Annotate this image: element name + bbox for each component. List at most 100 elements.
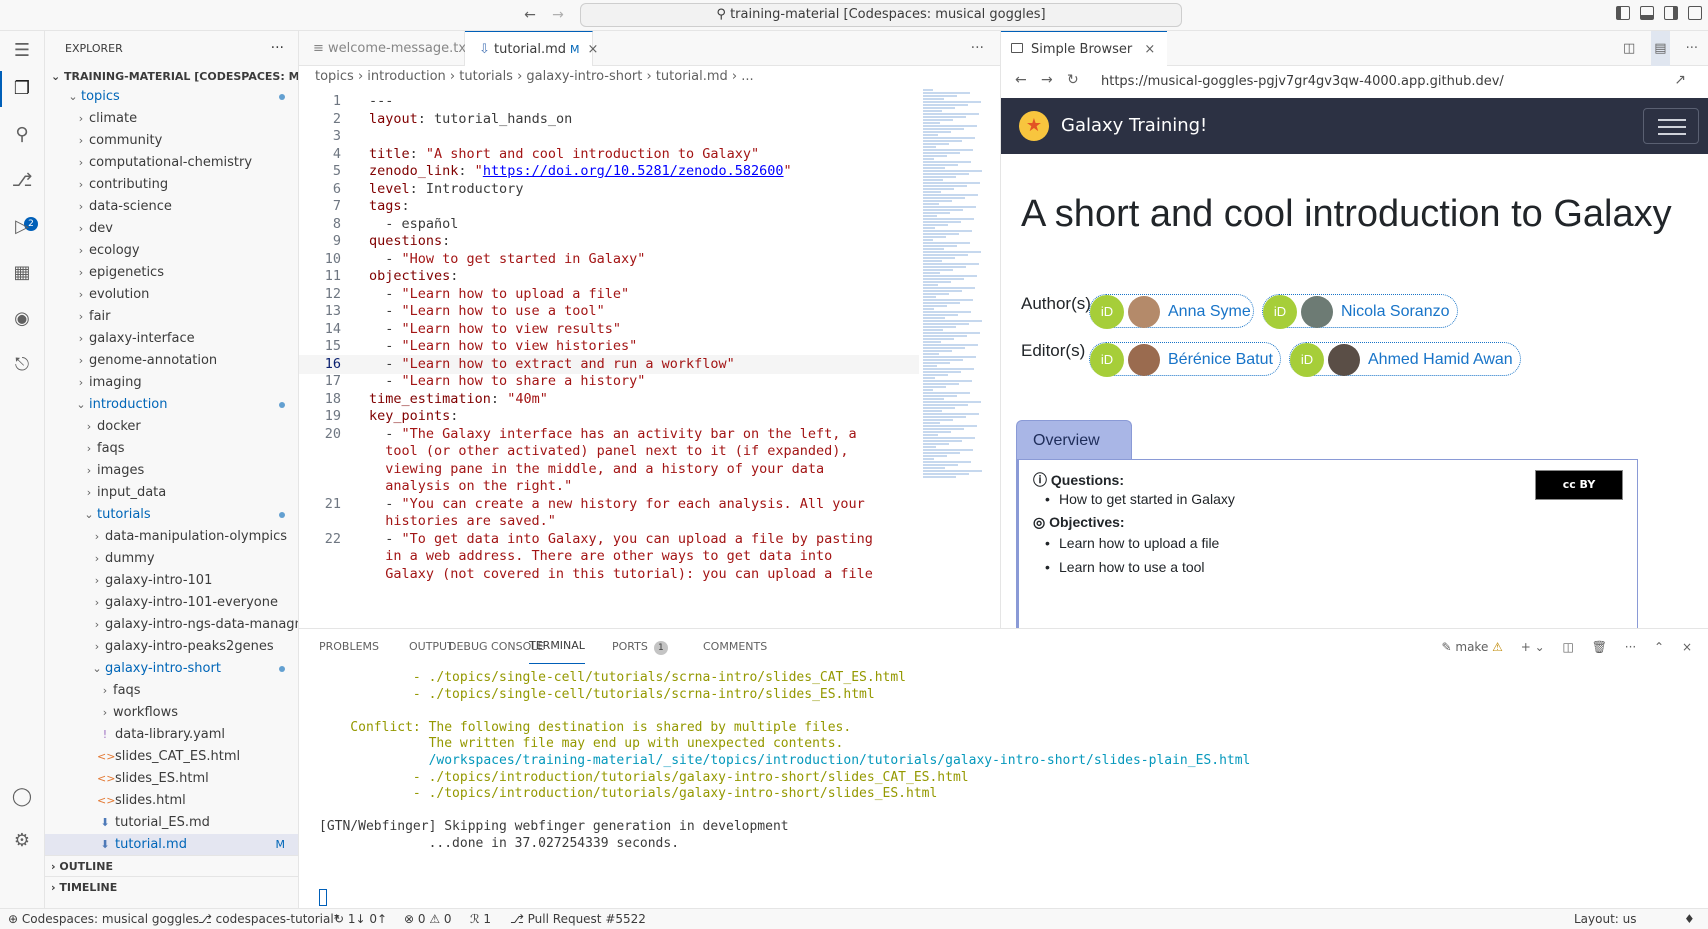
open-external-icon[interactable]: ↗ <box>1674 72 1686 88</box>
author-nicola-soranzo[interactable]: iD Nicola Soranzo <box>1262 294 1458 329</box>
file-item[interactable]: <>slides_ES.html <box>45 768 298 790</box>
file-item[interactable]: <>slides_CAT_ES.html <box>45 746 298 768</box>
code-token[interactable]: https://doi.org/10.5281/zenodo.582600 <box>483 163 784 179</box>
timeline-section[interactable]: › TIMELINE <box>45 876 298 898</box>
panel-tab-problems[interactable]: PROBLEMS <box>319 629 379 665</box>
extensions-icon[interactable]: ▦ <box>10 261 34 285</box>
file-item[interactable]: ⬇ tutorial.md M <box>45 834 298 856</box>
file-item[interactable]: ⬇ tutorial_ES.md <box>45 812 298 834</box>
galaxy-logo-icon[interactable]: ★ <box>1019 111 1049 141</box>
tab-welcome-message[interactable]: ≡ welcome-message.txt <box>299 31 471 66</box>
terminal-name[interactable]: make <box>1455 640 1488 654</box>
toggle-panel-icon[interactable] <box>1640 6 1654 20</box>
folder-item[interactable]: ⌄ tutorials <box>45 504 298 526</box>
toggle-primary-sidebar-icon[interactable] <box>1616 6 1630 20</box>
run-debug-icon[interactable]: ▷ <box>10 215 34 239</box>
folder-item[interactable]: › genome-annotation <box>45 350 298 372</box>
folder-item[interactable]: › input_data <box>45 482 298 504</box>
settings-icon[interactable]: ⚙ <box>10 829 34 853</box>
folder-item[interactable]: › images <box>45 460 298 482</box>
folder-item[interactable]: › climate <box>45 108 298 130</box>
workspace-root[interactable]: ⌄ TRAINING-MATERIAL [CODESPACES: MUSICAL… <box>45 66 298 88</box>
panel-tab-comments[interactable]: COMMENTS <box>703 629 767 665</box>
branch-indicator[interactable]: ⎇ codespaces-tutorial* <box>198 909 340 929</box>
more-actions-icon[interactable]: ··· <box>1625 640 1636 654</box>
folder-item[interactable]: › computational-chemistry <box>45 152 298 174</box>
folder-item[interactable]: › data-science <box>45 196 298 218</box>
new-terminal-icon[interactable]: + ⌄ <box>1521 640 1545 654</box>
cc-by-license-badge[interactable]: cc BY <box>1535 470 1623 500</box>
panel-tab-ports[interactable]: PORTS 1 <box>612 629 668 665</box>
sync-indicator[interactable]: ↻ 1↓ 0↑ <box>334 909 387 929</box>
folder-item[interactable]: ⌄ introduction <box>45 394 298 416</box>
panel-tab-terminal[interactable]: TERMINAL <box>529 629 585 664</box>
folder-item[interactable]: › galaxy-interface <box>45 328 298 350</box>
close-icon[interactable]: × <box>588 42 599 57</box>
editor-ahmed-hamid-awan[interactable]: iD Ahmed Hamid Awan <box>1289 342 1521 377</box>
maximize-panel-icon[interactable]: ⌃ <box>1654 640 1664 654</box>
folder-item[interactable]: › galaxy-intro-peaks2genes <box>45 636 298 658</box>
search-icon[interactable]: ⚲ <box>10 123 34 147</box>
forward-button[interactable]: → <box>548 5 568 25</box>
folder-item[interactable]: › community <box>45 130 298 152</box>
more-actions-icon[interactable]: ··· <box>271 31 284 66</box>
folder-item[interactable]: › galaxy-intro-101-everyone <box>45 592 298 614</box>
folder-item[interactable]: › ecology <box>45 240 298 262</box>
terminal-output[interactable]: - ./topics/single-cell/tutorials/scrna-i… <box>319 669 1699 909</box>
folder-item[interactable]: ⌄ galaxy-intro-short <box>45 658 298 680</box>
close-panel-icon[interactable]: × <box>1682 640 1692 654</box>
source-control-icon[interactable]: ⎇ <box>10 169 34 193</box>
file-item[interactable]: ! data-library.yaml <box>45 724 298 746</box>
problems-indicator[interactable]: ⊗ 0 ⚠ 0 <box>404 909 452 929</box>
reload-icon[interactable]: ↻ <box>1067 72 1079 88</box>
folder-item[interactable]: › docker <box>45 416 298 438</box>
overview-tab[interactable]: Overview <box>1016 420 1132 460</box>
code-editor[interactable]: 1 --- 2 layout: tutorial_hands_on 3 4 title: "… <box>299 88 919 628</box>
pull-request-indicator[interactable]: ⎇ Pull Request #5522 <box>510 909 646 929</box>
author-anna-syme[interactable]: iD Anna Syme <box>1089 294 1254 329</box>
notifications-icon[interactable]: ♦ <box>1684 909 1695 929</box>
back-button[interactable]: ← <box>520 5 540 25</box>
forward-icon[interactable]: → <box>1041 72 1053 88</box>
menu-icon[interactable]: ☰ <box>10 39 34 63</box>
command-center[interactable]: ⚲ training-material [Codespaces: musical… <box>580 3 1182 27</box>
toggle-secondary-sidebar-icon[interactable] <box>1664 6 1678 20</box>
more-actions-icon[interactable]: ··· <box>971 31 984 66</box>
editor-berenice-batut[interactable]: iD Bérénice Batut <box>1089 342 1281 377</box>
breadcrumb[interactable]: topics › introduction › tutorials › gala… <box>299 66 1000 88</box>
minimap[interactable] <box>919 88 999 628</box>
folder-item[interactable]: › faqs <box>45 438 298 460</box>
more-actions-icon[interactable]: ··· <box>1686 31 1698 66</box>
folder-item[interactable]: › epigenetics <box>45 262 298 284</box>
customize-layout-icon[interactable] <box>1688 6 1702 20</box>
back-icon[interactable]: ← <box>1015 72 1027 88</box>
folder-item[interactable]: › data-manipulation-olympics <box>45 526 298 548</box>
remote-explorer-icon[interactable]: ⎋ <box>10 353 34 377</box>
folder-item[interactable]: › imaging <box>45 372 298 394</box>
folder-item[interactable]: › evolution <box>45 284 298 306</box>
remote-indicator[interactable]: ⊕ Codespaces: musical goggles <box>8 909 199 929</box>
folder-item[interactable]: › fair <box>45 306 298 328</box>
split-terminal-icon[interactable]: ◫ <box>1563 640 1574 654</box>
url-input[interactable]: https://musical-goggles-pgjv7gr4gv3qw-40… <box>1101 66 1504 98</box>
keyboard-layout[interactable]: Layout: us <box>1574 909 1637 929</box>
folder-item[interactable]: › galaxy-intro-101 <box>45 570 298 592</box>
trash-icon[interactable]: 🗑 <box>1592 640 1607 654</box>
gtn-brand[interactable]: Galaxy Training! <box>1061 98 1207 154</box>
folder-item[interactable]: › galaxy-intro-ngs-data-managm... <box>45 614 298 636</box>
explorer-icon[interactable]: ❐ <box>10 77 34 101</box>
folder-item[interactable]: › faqs <box>45 680 298 702</box>
accounts-icon[interactable]: ◯ <box>10 785 34 809</box>
hamburger-menu-icon[interactable] <box>1643 108 1699 144</box>
ports-indicator[interactable]: ℛ 1 <box>470 909 491 929</box>
file-item[interactable]: <>slides.html <box>45 790 298 812</box>
outline-section[interactable]: › OUTLINE <box>45 855 298 877</box>
close-icon[interactable]: × <box>1144 42 1155 57</box>
tab-simple-browser[interactable]: Simple Browser × <box>1001 31 1168 66</box>
lock-icon[interactable]: ▤ <box>1651 31 1670 66</box>
folder-item[interactable]: › dev <box>45 218 298 240</box>
split-editor-icon[interactable]: ◫ <box>1623 31 1635 66</box>
folder-item[interactable]: › workflows <box>45 702 298 724</box>
folder-item[interactable]: ⌄ topics <box>45 88 298 108</box>
tab-tutorial-md[interactable]: ⇩ tutorial.md M × <box>465 31 598 66</box>
